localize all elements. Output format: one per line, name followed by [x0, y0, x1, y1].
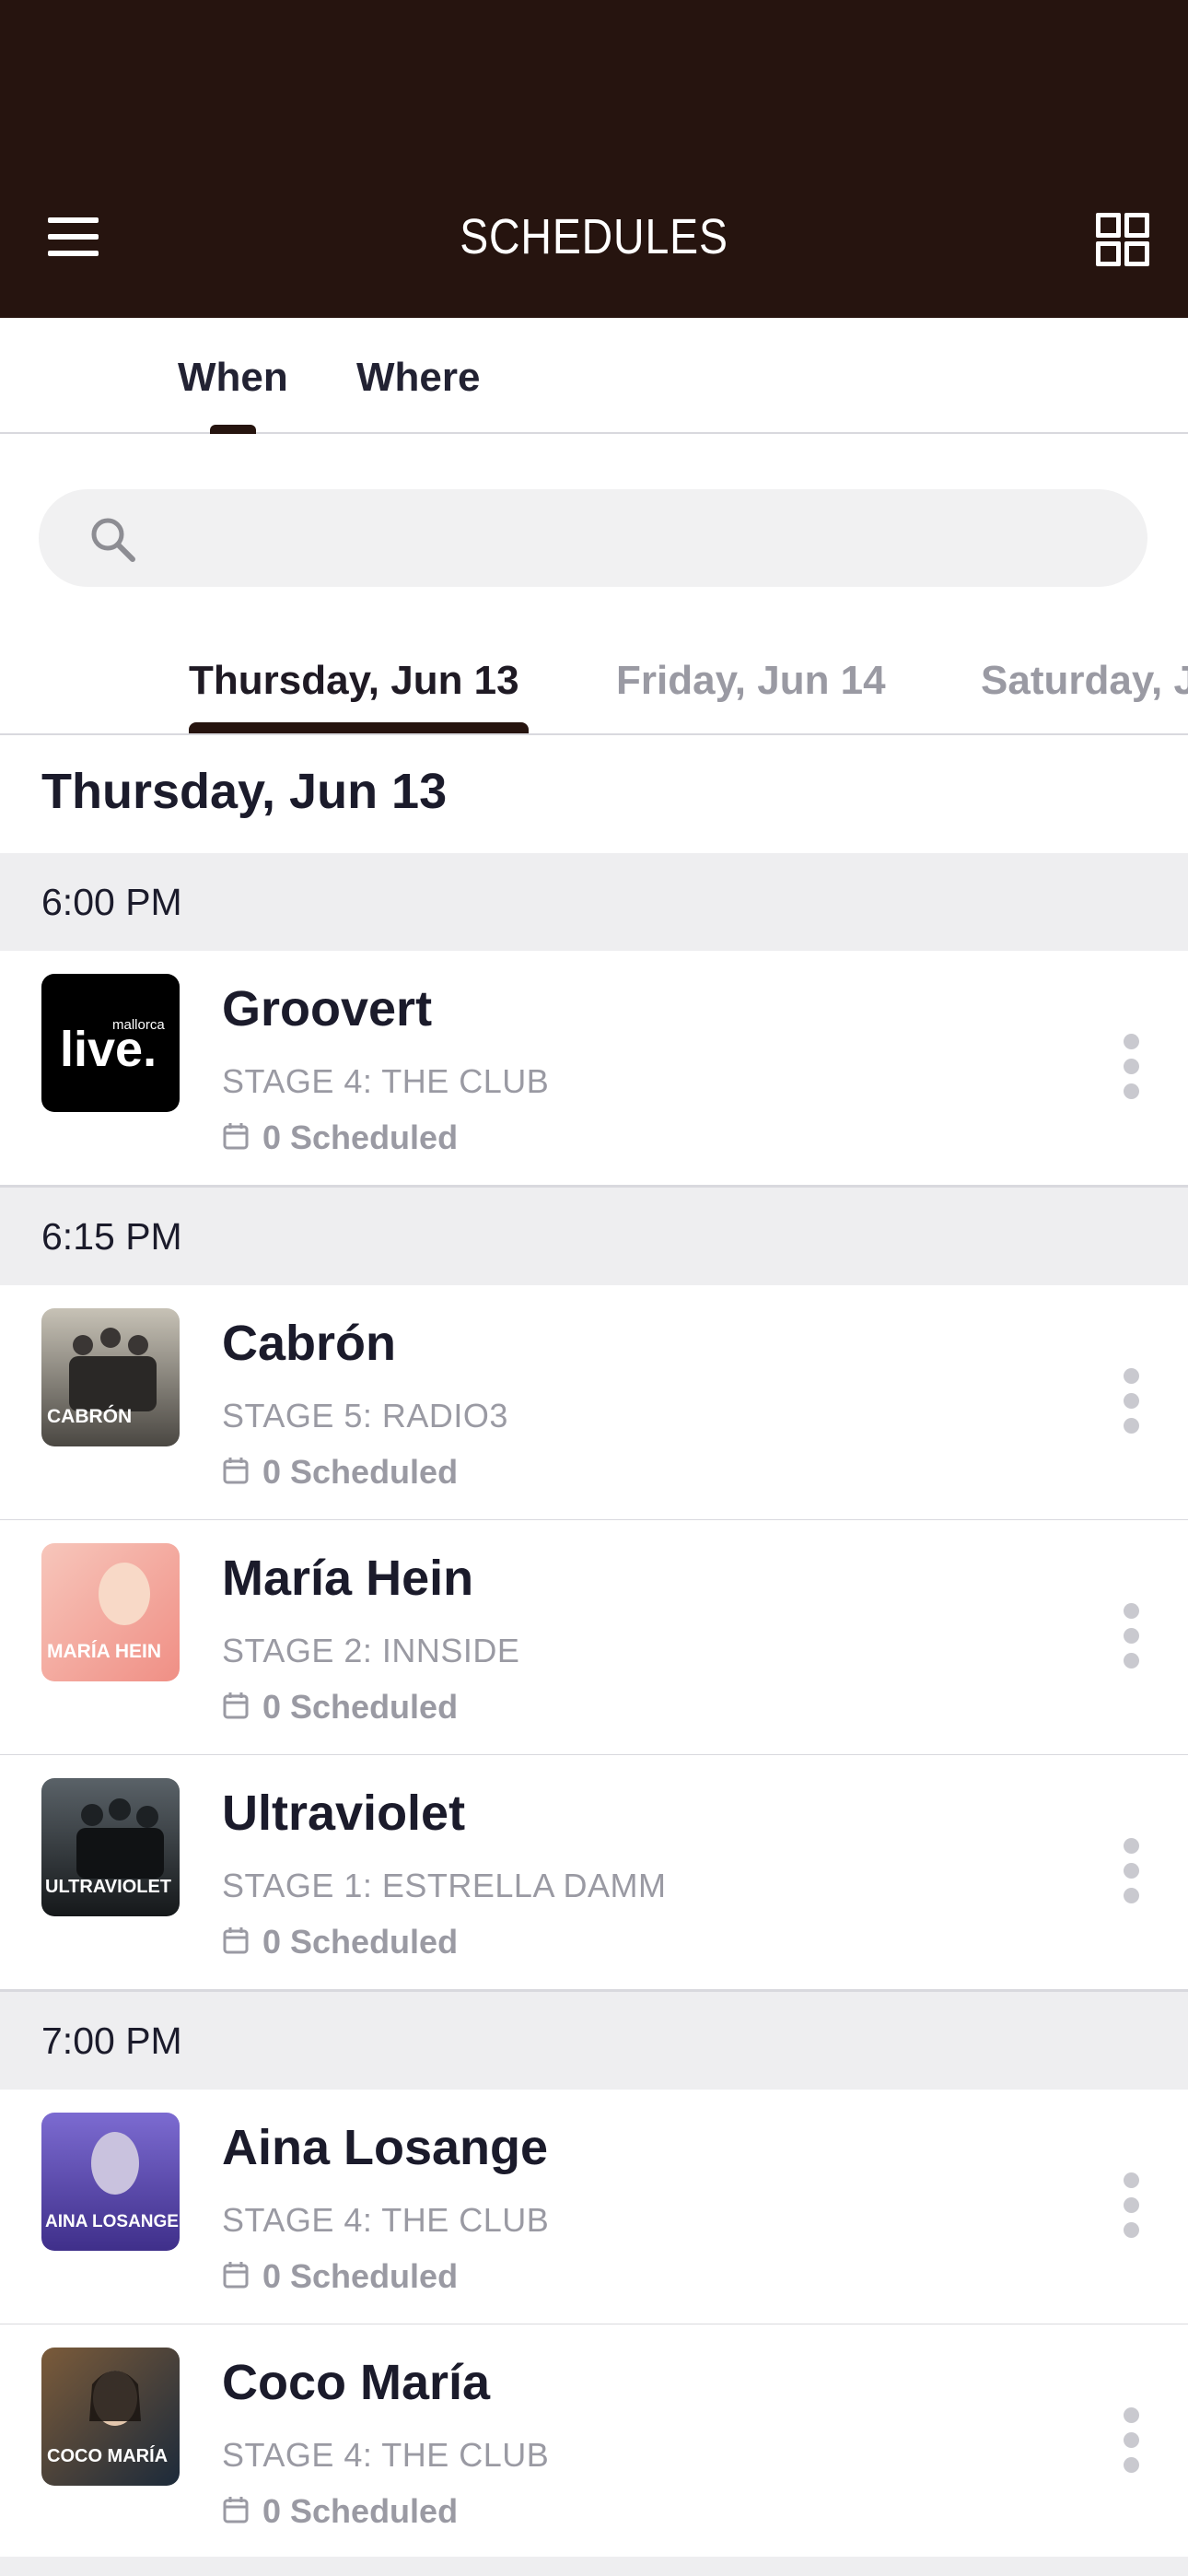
- event-thumbnail: COCO MARÍA: [41, 2348, 180, 2486]
- tab-when[interactable]: When: [178, 355, 288, 401]
- more-options-icon[interactable]: [1112, 1603, 1149, 1686]
- thumb-logo-big: live.: [60, 1022, 157, 1077]
- time-label: 6:00 PM: [41, 881, 182, 923]
- calendar-icon: [223, 1927, 249, 1954]
- day-tab-friday[interactable]: Friday, Jun 14: [616, 658, 886, 704]
- event-name: Coco María: [222, 2355, 491, 2410]
- more-options-icon[interactable]: [1112, 1838, 1149, 1921]
- thumb-caption: AINA LOSANGE: [45, 2212, 179, 2231]
- calendar-icon: [223, 2262, 249, 2289]
- calendar-icon: [223, 1692, 249, 1719]
- event-stage: STAGE 4: THE CLUB: [222, 2436, 550, 2474]
- event-thumbnail: mallorca live.: [41, 974, 180, 1112]
- event-thumbnail: CABRÓN: [41, 1308, 180, 1446]
- active-tab-indicator: [210, 425, 256, 434]
- event-stage: STAGE 2: INNSIDE: [222, 1632, 520, 1669]
- day-tab-thursday[interactable]: Thursday, Jun 13: [189, 658, 519, 704]
- app-header: SCHEDULES: [0, 0, 1188, 318]
- tab-where[interactable]: Where: [356, 355, 480, 401]
- scheduled-count: 0 Scheduled: [222, 1453, 458, 1492]
- event-thumbnail: AINA LOSANGE: [41, 2113, 180, 2251]
- time-slot-header: 6:15 PM: [0, 1188, 1188, 1285]
- thumb-caption: CABRÓN: [47, 1405, 132, 1427]
- event-row[interactable]: mallorca live. Groovert STAGE 4: THE CLU…: [0, 951, 1188, 1188]
- more-options-icon[interactable]: [1112, 2407, 1149, 2490]
- active-day-indicator: [189, 722, 529, 733]
- event-thumbnail: MARÍA HEIN: [41, 1543, 180, 1681]
- time-label: 6:15 PM: [41, 1215, 182, 1258]
- event-row[interactable]: AINA LOSANGE Aina Losange STAGE 4: THE C…: [0, 2090, 1188, 2326]
- event-stage: STAGE 4: THE CLUB: [222, 2201, 550, 2239]
- calendar-icon: [223, 2497, 249, 2523]
- day-tabs: Thursday, Jun 13 Friday, Jun 14 Saturday…: [0, 636, 1188, 735]
- event-thumbnail: ULTRAVIOLET: [41, 1778, 180, 1916]
- event-stage: STAGE 1: ESTRELLA DAMM: [222, 1867, 667, 1904]
- calendar-icon: [223, 1123, 249, 1150]
- event-name: Groovert: [222, 981, 433, 1036]
- search-icon: [91, 518, 135, 562]
- grid-view-icon[interactable]: [1096, 213, 1149, 266]
- thumb-caption: COCO MARÍA: [47, 2445, 168, 2466]
- event-row[interactable]: CABRÓN Cabrón STAGE 5: RADIO3 0 Schedule…: [0, 1285, 1188, 1522]
- section-date-heading: Thursday, Jun 13: [41, 764, 448, 819]
- event-row[interactable]: ULTRAVIOLET Ultraviolet STAGE 1: ESTRELL…: [0, 1755, 1188, 1992]
- time-label: 7:00 PM: [41, 2020, 182, 2062]
- thumb-caption: ULTRAVIOLET: [45, 1877, 171, 1897]
- scheduled-count: 0 Scheduled: [222, 2257, 458, 2296]
- more-options-icon[interactable]: [1112, 1034, 1149, 1117]
- event-row[interactable]: COCO MARÍA Coco María STAGE 4: THE CLUB …: [0, 2324, 1188, 2561]
- event-name: Cabrón: [222, 1316, 396, 1371]
- scheduled-count: 0 Scheduled: [222, 1923, 458, 1961]
- event-stage: STAGE 4: THE CLUB: [222, 1062, 550, 1100]
- day-tab-saturday[interactable]: Saturday, J: [981, 658, 1188, 704]
- thumb-caption: MARÍA HEIN: [47, 1641, 161, 1662]
- more-options-icon[interactable]: [1112, 2172, 1149, 2255]
- more-options-icon[interactable]: [1112, 1368, 1149, 1451]
- event-name: Aina Losange: [222, 2120, 549, 2175]
- search-input[interactable]: [39, 489, 1147, 587]
- scheduled-count: 0 Scheduled: [222, 1118, 458, 1157]
- time-slot-header: 6:00 PM: [0, 853, 1188, 951]
- time-slot-header: 7:00 PM: [0, 1992, 1188, 2090]
- calendar-icon: [223, 1458, 249, 1484]
- next-section-header: [0, 2557, 1188, 2576]
- scheduled-count: 0 Scheduled: [222, 1688, 458, 1727]
- event-stage: STAGE 5: RADIO3: [222, 1397, 508, 1434]
- view-tabs: When Where: [0, 318, 1188, 434]
- event-name: Ultraviolet: [222, 1786, 466, 1841]
- event-row[interactable]: MARÍA HEIN María Hein STAGE 2: INNSIDE 0…: [0, 1520, 1188, 1757]
- page-title: SCHEDULES: [460, 209, 728, 264]
- scheduled-count: 0 Scheduled: [222, 2492, 458, 2531]
- event-name: María Hein: [222, 1551, 474, 1606]
